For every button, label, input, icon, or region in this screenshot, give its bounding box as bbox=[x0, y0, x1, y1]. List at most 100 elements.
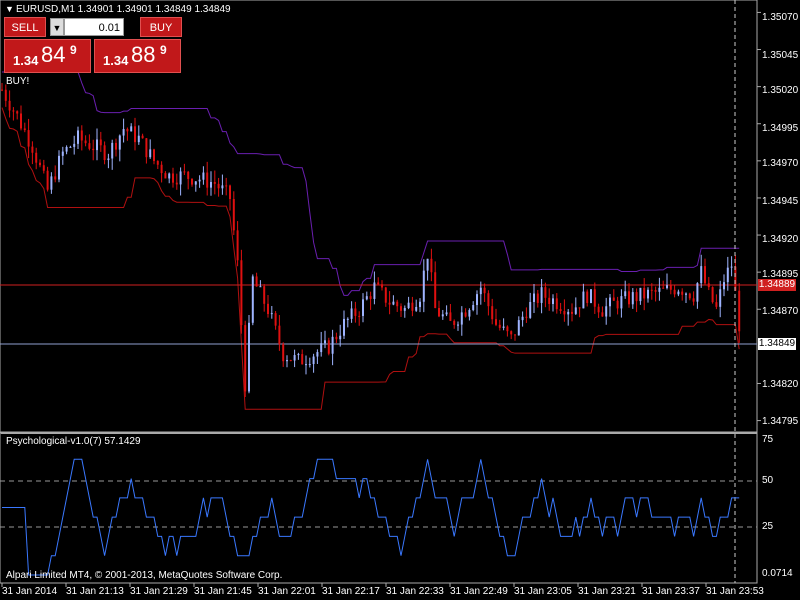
candle-body bbox=[422, 270, 425, 302]
time-label: 31 Jan 21:45 bbox=[194, 586, 252, 597]
candle-body bbox=[221, 185, 224, 189]
candle-body bbox=[107, 158, 110, 161]
candle-body bbox=[20, 113, 22, 129]
candle-body bbox=[673, 289, 676, 295]
candle-body bbox=[84, 140, 87, 144]
candle-body bbox=[187, 171, 190, 179]
candle-body bbox=[514, 334, 516, 336]
time-label: 31 Jan 22:49 bbox=[450, 586, 508, 597]
candle-body bbox=[179, 171, 182, 185]
candle-body bbox=[65, 146, 68, 152]
lot-size-input[interactable]: 0.01 bbox=[64, 18, 124, 36]
candle-body bbox=[251, 276, 254, 323]
candle-body bbox=[688, 293, 691, 299]
candle-body bbox=[202, 172, 205, 180]
candle-body bbox=[468, 310, 471, 317]
candle-body bbox=[685, 293, 687, 295]
candle-body bbox=[438, 308, 440, 317]
candle-body bbox=[50, 176, 53, 190]
candle-body bbox=[426, 258, 429, 271]
candle-body bbox=[141, 135, 144, 139]
candle-body bbox=[4, 89, 7, 101]
candle-body bbox=[696, 283, 699, 302]
time-label: 31 Jan 23:53 bbox=[706, 586, 764, 597]
candle-body bbox=[301, 354, 304, 365]
candle-body bbox=[586, 291, 589, 304]
candle-body bbox=[612, 297, 615, 301]
buy-quote[interactable]: 1.34 88 9 bbox=[94, 39, 181, 73]
candle-body bbox=[582, 291, 585, 309]
candle-body bbox=[529, 301, 532, 318]
time-label: 31 Jan 22:17 bbox=[322, 586, 380, 597]
candle-body bbox=[479, 287, 482, 295]
candle-body bbox=[354, 308, 357, 316]
candle-body bbox=[126, 128, 129, 132]
chart-menu-icon[interactable]: ▼ bbox=[5, 4, 14, 14]
candle-body bbox=[730, 266, 733, 268]
candle-body bbox=[590, 289, 592, 304]
candle-body bbox=[39, 162, 41, 166]
buy-signal-label: BUY! bbox=[6, 76, 30, 87]
candle-body bbox=[160, 164, 163, 174]
candle-body bbox=[80, 130, 83, 141]
oscillator-level-label: 50 bbox=[762, 475, 774, 486]
price-label: 1.35020 bbox=[762, 85, 799, 96]
candle-body bbox=[536, 293, 539, 303]
candle-body bbox=[631, 292, 634, 305]
candle-body bbox=[229, 185, 231, 200]
candle-body bbox=[232, 199, 235, 231]
candle-body bbox=[472, 305, 475, 311]
candle-body bbox=[506, 326, 509, 332]
chart-canvas[interactable] bbox=[0, 0, 800, 600]
candle-body bbox=[312, 356, 315, 365]
sell-button[interactable]: SELL bbox=[4, 17, 46, 37]
candle-body bbox=[248, 322, 250, 392]
candle-body bbox=[666, 285, 668, 289]
price-label: 1.34945 bbox=[762, 196, 799, 207]
candle-body bbox=[320, 343, 323, 353]
candle-body bbox=[175, 182, 178, 185]
candle-body bbox=[578, 307, 581, 309]
candle-body bbox=[669, 285, 672, 290]
candle-body bbox=[601, 312, 604, 317]
candle-body bbox=[213, 182, 216, 184]
candle-body bbox=[115, 142, 117, 150]
candle-body bbox=[282, 344, 285, 362]
candle-body bbox=[415, 306, 418, 311]
candle-body bbox=[236, 230, 239, 261]
candle-body bbox=[453, 320, 456, 325]
candle-body bbox=[597, 306, 600, 313]
candle-body bbox=[643, 287, 646, 299]
candle-body bbox=[255, 276, 258, 287]
candle-body bbox=[362, 299, 364, 316]
time-label: 31 Jan 22:33 bbox=[386, 586, 444, 597]
candle-body bbox=[58, 155, 60, 180]
lot-decrease-icon[interactable]: ▼ bbox=[50, 18, 64, 36]
buy-button[interactable]: BUY bbox=[140, 17, 182, 37]
candle-body bbox=[555, 298, 558, 310]
candle-body bbox=[137, 135, 140, 143]
price-label: 1.34970 bbox=[762, 158, 799, 169]
candle-body bbox=[544, 287, 547, 298]
candle-body bbox=[134, 126, 136, 143]
candle-body bbox=[130, 126, 133, 132]
candle-body bbox=[198, 179, 201, 182]
candle-body bbox=[449, 312, 452, 321]
candle-body bbox=[403, 308, 406, 311]
sell-quote[interactable]: 1.34 84 9 bbox=[4, 39, 91, 73]
candle-body bbox=[217, 183, 220, 189]
candle-body bbox=[517, 320, 520, 336]
candle-body bbox=[605, 306, 608, 317]
oscillator-level-label: 0.0714 bbox=[762, 568, 793, 579]
symbol-info: EURUSD,M1 1.34901 1.34901 1.34849 1.3484… bbox=[16, 4, 231, 15]
candle-body bbox=[540, 287, 543, 303]
candle-body bbox=[118, 135, 121, 150]
candle-body bbox=[434, 272, 437, 309]
price-label: 1.34820 bbox=[762, 379, 799, 390]
time-label: 31 Jan 23:37 bbox=[642, 586, 700, 597]
candle-body bbox=[457, 324, 459, 326]
candle-body bbox=[194, 181, 197, 185]
candle-body bbox=[183, 171, 186, 173]
candle-body bbox=[210, 182, 212, 188]
candle-body bbox=[350, 308, 353, 319]
